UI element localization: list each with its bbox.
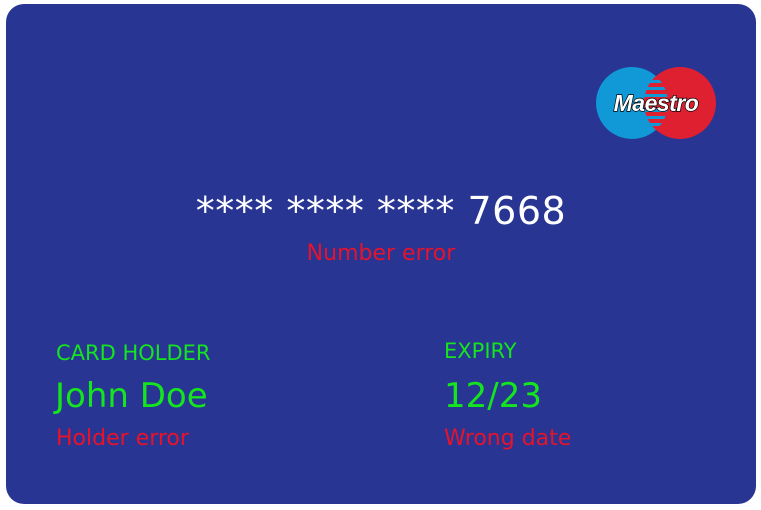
expiry-error: Wrong date	[444, 426, 572, 451]
card-number: **** **** **** 7668	[195, 189, 567, 233]
card-number-error: Number error	[306, 241, 456, 266]
expiry-label: EXPIRY	[444, 339, 517, 363]
expiry-value: 12/23	[444, 376, 542, 416]
card-holder-label: CARD HOLDER	[56, 341, 211, 365]
maestro-logo-text: Maestro	[614, 90, 699, 116]
credit-card: Maestro **** **** **** 7668 Number error…	[6, 4, 756, 504]
maestro-logo-icon: Maestro	[596, 67, 716, 139]
card-holder-error: Holder error	[56, 426, 189, 451]
card-holder-value: John Doe	[55, 376, 208, 416]
